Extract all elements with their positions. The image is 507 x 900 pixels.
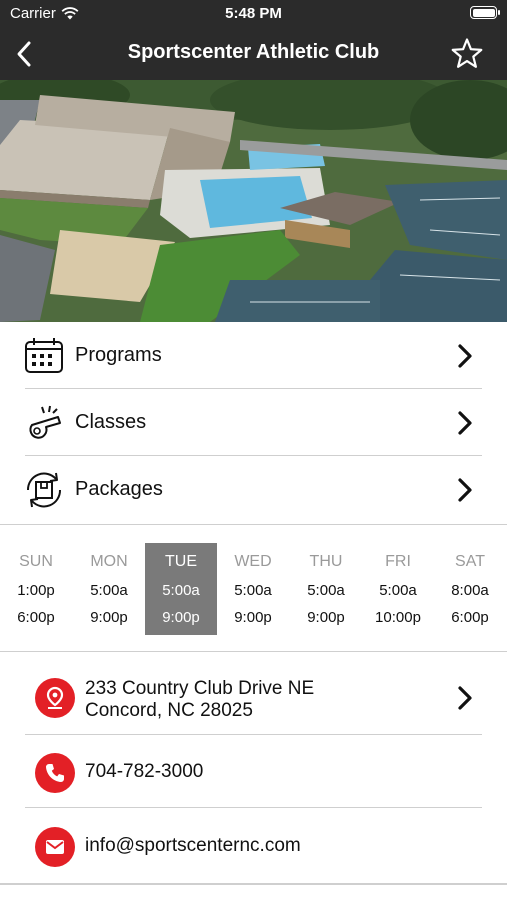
open-time: 8:00a	[451, 582, 489, 599]
day-column-tue[interactable]: TUE 5:00a 9:00p	[145, 543, 217, 635]
address-line-2: Concord, NC 28025	[85, 700, 253, 721]
menu-item-packages[interactable]: Packages	[0, 456, 507, 523]
day-name: FRI	[385, 553, 411, 570]
close-time: 9:00p	[307, 609, 345, 626]
day-column-sun[interactable]: SUN 1:00p 6:00p	[0, 543, 72, 635]
menu-list: Programs Classes Packages	[0, 322, 507, 523]
close-time: 9:00p	[90, 609, 128, 626]
menu-item-label: Programs	[75, 344, 162, 366]
open-time: 1:00p	[17, 582, 55, 599]
open-time: 5:00a	[307, 582, 345, 599]
open-time: 5:00a	[234, 582, 272, 599]
open-time: 5:00a	[162, 582, 200, 599]
close-time: 9:00p	[234, 609, 272, 626]
phone-icon	[35, 753, 75, 793]
back-chevron-icon[interactable]	[8, 36, 44, 72]
battery-icon	[470, 6, 500, 19]
email-address: info@sportscenternc.com	[85, 835, 301, 856]
day-name: MON	[90, 553, 128, 570]
email-icon	[35, 827, 75, 867]
chevron-right-icon	[458, 411, 472, 435]
day-column-wed[interactable]: WED 5:00a 9:00p	[217, 543, 289, 635]
calendar-icon	[25, 338, 63, 373]
day-column-mon[interactable]: MON 5:00a 9:00p	[73, 543, 145, 635]
menu-item-programs[interactable]: Programs	[0, 322, 507, 389]
hours-of-operation: SUN 1:00p 6:00p MON 5:00a 9:00p TUE 5:00…	[0, 524, 507, 652]
divider	[0, 883, 507, 885]
day-column-fri[interactable]: FRI 5:00a 10:00p	[362, 543, 434, 635]
contact-list: 233 Country Club Drive NE Concord, NC 28…	[0, 654, 507, 881]
chevron-right-icon	[458, 344, 472, 368]
status-time: 5:48 PM	[225, 5, 282, 22]
open-time: 5:00a	[90, 582, 128, 599]
menu-item-classes[interactable]: Classes	[0, 389, 507, 456]
day-column-sat[interactable]: SAT 8:00a 6:00p	[434, 543, 506, 635]
day-column-thu[interactable]: THU 5:00a 9:00p	[290, 543, 362, 635]
package-icon	[26, 472, 62, 508]
whistle-icon	[29, 405, 61, 439]
phone-number: 704-782-3000	[85, 761, 204, 782]
close-time: 6:00p	[451, 609, 489, 626]
location-pin-icon	[35, 678, 75, 718]
close-time: 6:00p	[17, 609, 55, 626]
day-name: SUN	[19, 553, 53, 570]
close-time: 9:00p	[162, 609, 200, 626]
day-name: THU	[309, 553, 343, 570]
chevron-right-icon	[458, 686, 472, 710]
address-row[interactable]: 233 Country Club Drive NE Concord, NC 28…	[0, 654, 507, 735]
close-time: 10:00p	[375, 609, 421, 626]
address-text: 233 Country Club Drive NE Concord, NC 28…	[85, 678, 314, 722]
favorite-star-icon[interactable]	[449, 36, 485, 72]
menu-item-label: Packages	[75, 478, 163, 500]
chevron-right-icon	[458, 478, 472, 502]
club-aerial-photo	[0, 80, 507, 322]
menu-item-label: Classes	[75, 411, 147, 433]
email-row[interactable]: info@sportscenternc.com	[0, 808, 507, 881]
page-title: Sportscenter Athletic Club	[127, 41, 380, 63]
nav-bar: Sportscenter Athletic Club	[0, 28, 507, 80]
address-line-1: 233 Country Club Drive NE	[85, 678, 315, 699]
status-bar: Carrier 5:48 PM	[0, 0, 507, 28]
day-name: WED	[234, 553, 272, 570]
day-name: SAT	[455, 553, 485, 570]
open-time: 5:00a	[379, 582, 417, 599]
phone-row[interactable]: 704-782-3000	[0, 735, 507, 808]
day-name: TUE	[165, 553, 197, 570]
